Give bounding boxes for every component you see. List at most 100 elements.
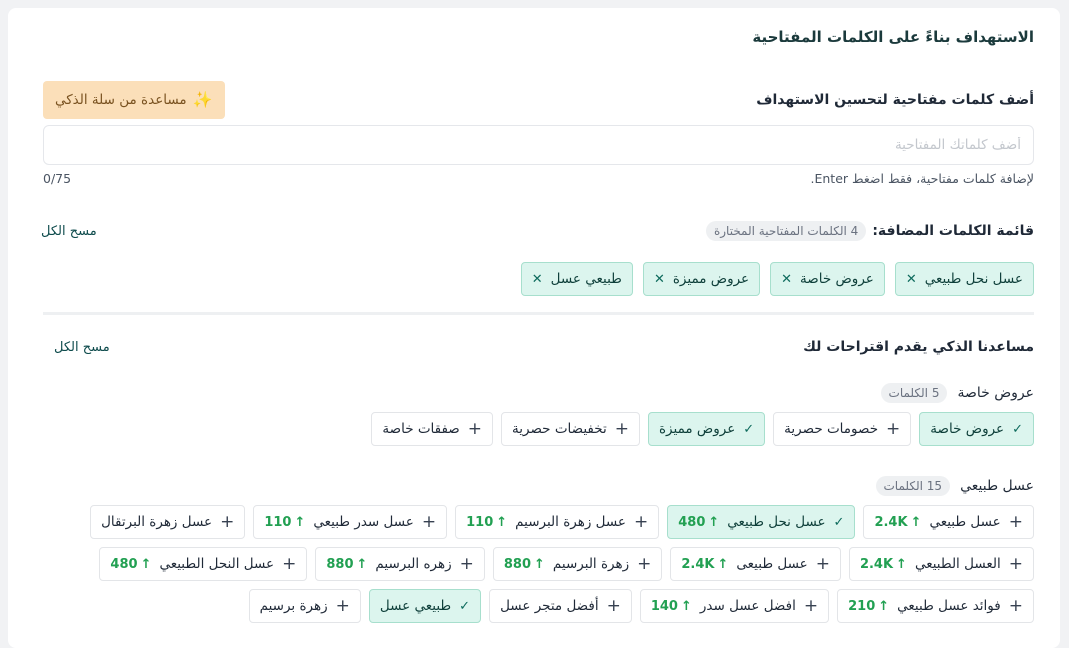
plus-icon: + xyxy=(335,596,350,616)
plus-icon: + xyxy=(459,554,474,574)
added-list-header: قائمة الكلمات المضافة: 4 الكلمات المفتاح… xyxy=(41,221,1034,241)
suggestion-chip[interactable]: + عسل النحل الطبيعي ↑ 480 xyxy=(99,547,308,581)
suggestion-chip[interactable]: + عسل زهرة البرتقال xyxy=(90,505,246,539)
helper-text: لإضافة كلمات مفتاحية، فقط اضغط Enter. xyxy=(810,171,1034,186)
suggestion-chip[interactable]: + عسل سدر طبيعي ↑ 110 xyxy=(253,505,448,539)
chip-label: صفقات خاصة xyxy=(382,421,460,437)
chip-label: عسل زهرة البرتقال xyxy=(101,514,213,530)
plus-icon: + xyxy=(614,419,629,439)
section-divider xyxy=(43,312,1034,315)
search-volume-value: 110 xyxy=(264,514,292,530)
search-volume: ↑ 210 xyxy=(848,599,889,614)
suggestion-chip[interactable]: + العسل الطبيعي ↑ 2.4K xyxy=(848,547,1034,581)
plus-icon: + xyxy=(637,554,652,574)
suggestion-chip[interactable]: + عسل طبيعي ↑ 2.4K xyxy=(863,505,1034,539)
suggestion-chip[interactable]: + عسل طبيعى ↑ 2.4K xyxy=(670,547,841,581)
suggestion-chip[interactable]: + فوائد عسل طبيعي ↑ 210 xyxy=(837,589,1034,623)
remove-icon[interactable]: ✕ xyxy=(654,272,665,287)
trend-up-icon: ↑ xyxy=(294,514,306,530)
plus-icon: + xyxy=(421,512,437,532)
suggestion-chip[interactable]: + أفضل متجر عسل xyxy=(489,589,632,623)
suggestion-chip[interactable]: + صفقات خاصة xyxy=(371,412,494,446)
clear-suggestions-button[interactable]: مسح الكل xyxy=(54,340,110,355)
sparkles-icon: ✨ xyxy=(192,90,213,109)
suggestion-chip[interactable]: + زهرة البرسيم ↑ 880 xyxy=(492,547,663,581)
section-title: الاستهداف بناءً على الكلمات المفتاحية xyxy=(752,28,1034,46)
suggestion-chip[interactable]: ✓ عروض خاصة xyxy=(919,412,1034,446)
keywords-label: أضف كلمات مفتاحية لتحسين الاستهداف xyxy=(756,92,1034,108)
suggestion-chip[interactable]: + افضل عسل سدر ↑ 140 xyxy=(639,589,830,623)
suggestion-chip[interactable]: + زهرة برسيم xyxy=(248,589,361,623)
added-keyword-chip: عسل نحل طبيعي ✕ xyxy=(894,262,1034,296)
suggestion-chip[interactable]: + خصومات حصرية xyxy=(773,412,912,446)
suggestion-group: عروض خاصة 5 الكلمات ✓ عروض خاصة + خصومات حصري… xyxy=(43,383,1034,446)
plus-icon: + xyxy=(815,554,830,574)
chip-label: العسل الطبيعي xyxy=(914,556,1001,572)
clear-added-button[interactable]: مسح الكل xyxy=(41,224,97,239)
plus-icon: + xyxy=(633,512,649,532)
keyword-helper: لإضافة كلمات مفتاحية، فقط اضغط Enter. 0/… xyxy=(43,171,1034,186)
suggestion-chip[interactable]: + تخفيضات حصرية xyxy=(501,412,640,446)
group-chips: + عسل طبيعي ↑ 2.4K ✓ عسل نحل طبيعي ↑ 480 + عسل زه… xyxy=(43,505,1034,623)
keyword-targeting-card: الاستهداف بناءً على الكلمات المفتاحية أض… xyxy=(8,8,1060,648)
remove-icon[interactable]: ✕ xyxy=(781,272,792,287)
added-chips-list: عسل نحل طبيعي ✕ عروض خاصة ✕ عروض مميزة ✕ طبيعي… xyxy=(43,262,1034,296)
suggestion-chip[interactable]: ✓ عسل نحل طبيعي ↑ 480 xyxy=(667,505,856,539)
plus-icon: + xyxy=(1008,596,1023,616)
chip-label: فوائد عسل طبيعي xyxy=(897,598,1001,614)
added-count-badge: 4 الكلمات المفتاحية المختارة xyxy=(705,221,867,241)
search-volume: ↑ 110 xyxy=(466,515,507,530)
search-volume-value: 210 xyxy=(848,598,876,614)
remove-icon[interactable]: ✕ xyxy=(906,272,917,287)
search-volume: ↑ 110 xyxy=(264,515,305,530)
trend-up-icon: ↑ xyxy=(140,556,152,572)
trend-up-icon: ↑ xyxy=(680,598,692,614)
remove-icon[interactable]: ✕ xyxy=(532,272,543,287)
plus-icon: + xyxy=(467,419,483,439)
suggestions-header: مساعدنا الذكي يقدم اقتراحات لك مسح الكل xyxy=(43,339,1034,355)
chip-label: خصومات حصرية xyxy=(784,421,879,437)
chip-label: تخفيضات حصرية xyxy=(512,421,607,437)
chip-label: طبيعي عسل xyxy=(379,598,452,614)
suggestion-chip[interactable]: + عسل زهرة البرسيم ↑ 110 xyxy=(455,505,660,539)
search-volume: ↑ 2.4K xyxy=(681,557,728,572)
keyword-input[interactable] xyxy=(43,125,1034,165)
suggestions-label: مساعدنا الذكي يقدم اقتراحات لك xyxy=(803,339,1034,355)
char-counter: 0/75 xyxy=(43,171,72,186)
suggestion-chip[interactable]: ✓ عروض مميزة xyxy=(647,412,766,446)
ai-assist-label: مساعدة من سلة الذكي xyxy=(55,92,187,108)
trend-up-icon: ↑ xyxy=(708,514,720,530)
chip-label: أفضل متجر عسل xyxy=(500,598,599,614)
chip-label: عروض خاصة xyxy=(930,421,1005,437)
plus-icon: + xyxy=(220,512,235,532)
search-volume-value: 110 xyxy=(466,514,494,530)
chip-label: عسل زهرة البرسيم xyxy=(515,514,626,530)
search-volume: ↑ 2.4K xyxy=(874,515,921,530)
trend-up-icon: ↑ xyxy=(878,598,890,614)
search-volume: ↑ 480 xyxy=(678,515,719,530)
suggestion-group: عسل طبيعي 15 الكلمات + عسل طبيعي ↑ 2.4K ✓ عسل ن… xyxy=(43,476,1034,623)
trend-up-icon: ↑ xyxy=(910,514,922,530)
plus-icon: + xyxy=(803,596,819,616)
group-count-badge: 15 الكلمات xyxy=(875,476,951,496)
keyword-input-wrap xyxy=(43,125,1034,165)
chip-label: زهره البرسيم xyxy=(375,556,452,572)
chip-label: عروض مميزة xyxy=(672,271,750,287)
search-volume: ↑ 880 xyxy=(326,557,367,572)
group-name: عروض خاصة xyxy=(957,385,1034,401)
chip-label: عسل النحل الطبيعي xyxy=(159,556,275,572)
chip-label: عسل سدر طبيعي xyxy=(313,514,414,530)
trend-up-icon: ↑ xyxy=(496,514,508,530)
plus-icon: + xyxy=(606,596,621,616)
chip-label: زهرة برسيم xyxy=(259,598,328,614)
plus-icon: + xyxy=(886,419,901,439)
suggestion-chip[interactable]: + زهره البرسيم ↑ 880 xyxy=(315,547,485,581)
chip-label: عروض مميزة xyxy=(658,421,736,437)
ai-assist-button[interactable]: ✨ مساعدة من سلة الذكي xyxy=(43,81,225,119)
check-icon: ✓ xyxy=(743,421,755,437)
search-volume-value: 880 xyxy=(326,556,354,572)
suggestion-chip[interactable]: ✓ طبيعي عسل xyxy=(368,589,482,623)
group-chips: ✓ عروض خاصة + خصومات حصرية ✓ عروض مميزة + تخفيض… xyxy=(43,412,1034,446)
check-icon: ✓ xyxy=(459,598,471,614)
added-keyword-chip: عروض خاصة ✕ xyxy=(770,262,885,296)
